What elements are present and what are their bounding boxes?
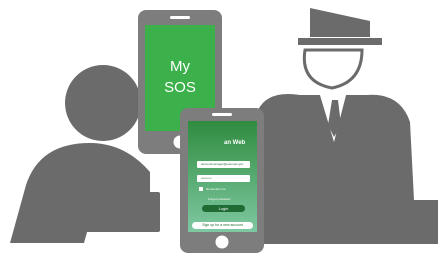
login-header: an Web: [224, 140, 246, 146]
illustration: [10, 8, 438, 253]
app-name-line-1: My: [170, 58, 190, 75]
remember-label: Remember me: [206, 187, 226, 191]
app-name: My SOS: [145, 56, 215, 98]
app-name-line-2: SOS: [164, 79, 196, 96]
email-field-text: accountmanager@example.gov: [201, 162, 244, 166]
phone-front: [180, 108, 264, 253]
password-field-text: ••••••••••: [201, 176, 212, 180]
forgot-link[interactable]: Forgot password: [208, 197, 230, 201]
remember-checkbox[interactable]: [199, 187, 203, 191]
person-silhouette-icon: [10, 65, 160, 243]
signup-button-label: Sign up for a new account: [202, 223, 243, 227]
login-button-label: Login: [218, 206, 229, 211]
border-officer-icon: [238, 8, 414, 200]
